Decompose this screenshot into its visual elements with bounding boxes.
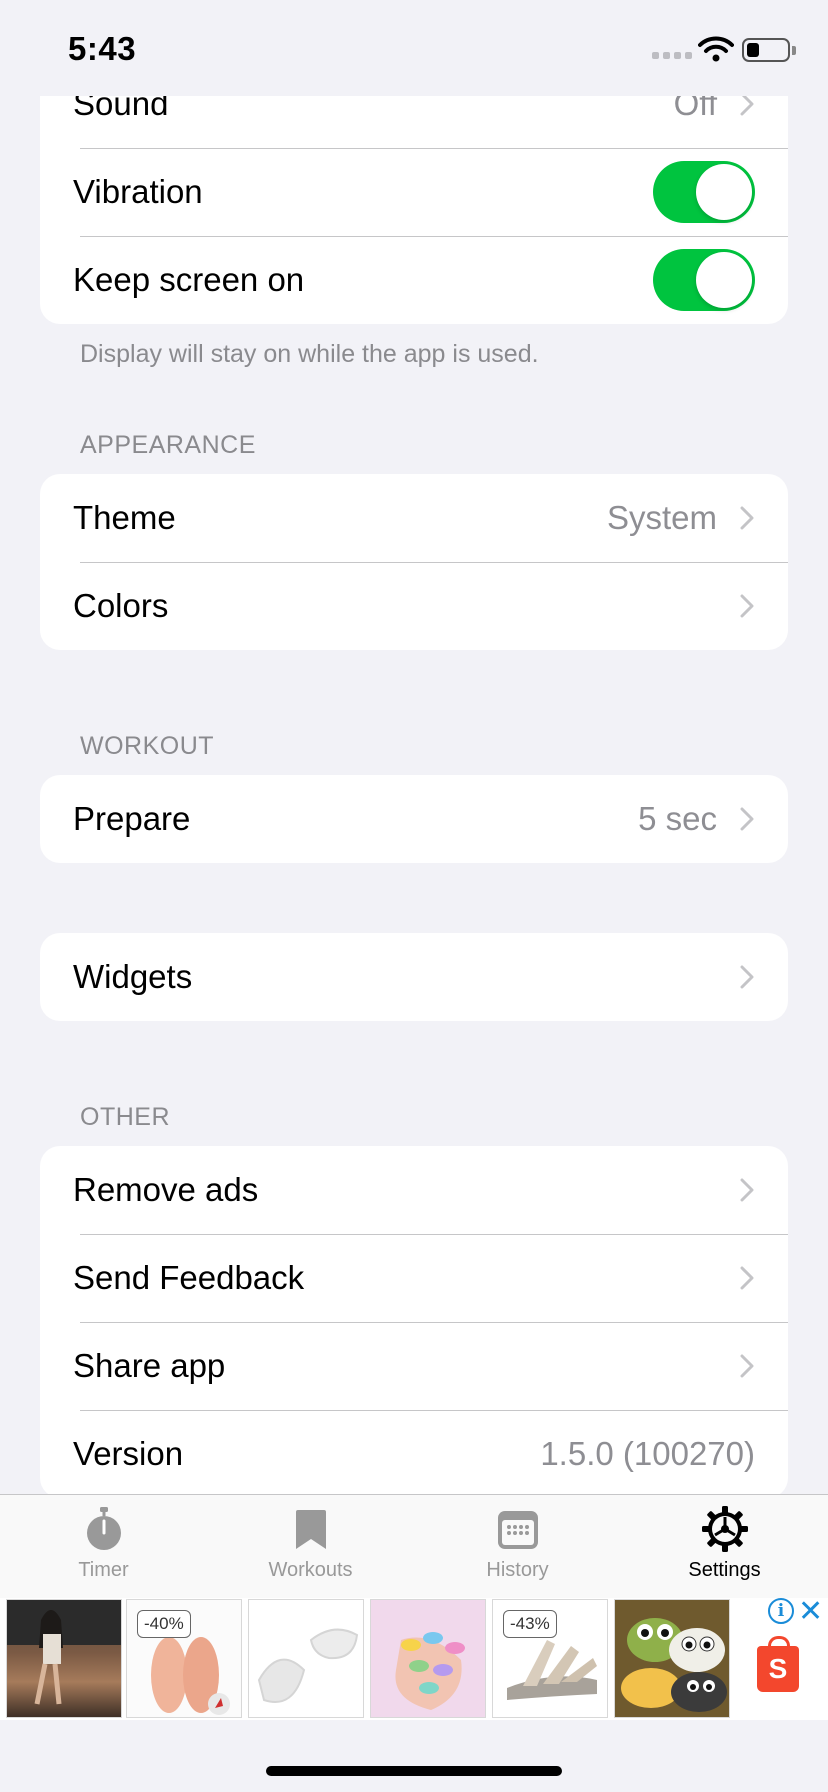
gear-icon <box>701 1506 748 1552</box>
discount-badge: -40% <box>137 1610 191 1638</box>
version-label: Version <box>73 1435 184 1472</box>
bookmark-icon <box>295 1510 326 1549</box>
remove-ads-label: Remove ads <box>73 1171 259 1208</box>
battery-icon <box>742 38 790 62</box>
colors-label: Colors <box>73 587 169 624</box>
colors-row[interactable]: Colors <box>40 562 788 650</box>
workout-header: WORKOUT <box>80 732 215 760</box>
other-card: Remove ads Send Feedback Share app Versi… <box>40 1146 788 1498</box>
ad-product-image[interactable]: -40% <box>126 1599 242 1718</box>
chevron-right-icon <box>740 506 754 530</box>
tab-bar: Timer Workouts History Settings <box>0 1494 828 1598</box>
remove-ads-row[interactable]: Remove ads <box>40 1146 788 1234</box>
vibration-label: Vibration <box>73 173 203 210</box>
tab-history[interactable]: History <box>414 1495 621 1599</box>
toggle-knob <box>696 252 752 308</box>
ad-product-image[interactable] <box>248 1599 364 1718</box>
stopwatch-icon <box>86 1507 121 1550</box>
send-feedback-row[interactable]: Send Feedback <box>40 1234 788 1322</box>
toggle-knob <box>696 164 752 220</box>
cellular-signal-icon <box>652 52 692 59</box>
version-value: 1.5.0 (100270) <box>540 1435 755 1472</box>
theme-value: System <box>606 499 717 536</box>
chevron-right-icon <box>740 1354 754 1378</box>
ad-product-image[interactable] <box>370 1599 486 1718</box>
ad-product-image[interactable]: -43% <box>492 1599 608 1718</box>
appearance-header: APPEARANCE <box>80 431 256 459</box>
wifi-icon <box>698 36 734 62</box>
chevron-right-icon <box>740 807 754 831</box>
person-sitting-image <box>7 1600 121 1705</box>
tab-workouts-label: Workouts <box>268 1559 353 1581</box>
ad-product-image[interactable] <box>614 1599 730 1718</box>
keep-screen-on-toggle[interactable] <box>653 249 755 311</box>
shopping-bag-logo[interactable]: S <box>757 1636 799 1692</box>
ad-product-image[interactable] <box>6 1599 122 1718</box>
general-card: Sound Off Vibration Keep screen on <box>40 60 788 324</box>
store-logo-letter: S <box>768 1653 788 1684</box>
tab-history-label: History <box>486 1559 549 1581</box>
share-app-row[interactable]: Share app <box>40 1322 788 1410</box>
send-feedback-label: Send Feedback <box>73 1259 305 1296</box>
prepare-row[interactable]: Prepare 5 sec <box>40 775 788 863</box>
keep-screen-on-footnote: Display will stay on while the app is us… <box>80 340 539 368</box>
vibration-toggle[interactable] <box>653 161 755 223</box>
settings-screen: Sound Off Vibration Keep screen on Displ… <box>0 0 828 1792</box>
workout-card: Prepare 5 sec <box>40 775 788 863</box>
gel-pads-image <box>257 1628 359 1703</box>
vibration-row: Vibration <box>40 148 788 236</box>
tab-timer[interactable]: Timer <box>0 1495 207 1599</box>
battery-tip <box>792 46 796 55</box>
share-app-label: Share app <box>73 1347 226 1384</box>
prepare-value: 5 sec <box>638 800 717 837</box>
tab-timer-label: Timer <box>78 1559 129 1581</box>
chevron-right-icon <box>740 1178 754 1202</box>
calendar-icon <box>497 1511 538 1549</box>
keep-screen-on-label: Keep screen on <box>73 261 305 298</box>
ad-info-icon[interactable]: i <box>768 1598 794 1624</box>
status-bar: 5:43 <box>0 0 828 96</box>
chevron-right-icon <box>740 594 754 618</box>
widgets-label: Widgets <box>73 958 193 995</box>
tab-workouts[interactable]: Workouts <box>207 1495 414 1599</box>
discount-badge: -43% <box>503 1610 557 1638</box>
other-header: OTHER <box>80 1103 170 1131</box>
ad-close-icon[interactable]: ✕ <box>798 1594 823 1629</box>
status-time: 5:43 <box>68 30 137 67</box>
chevron-right-icon <box>740 965 754 989</box>
tab-settings[interactable]: Settings <box>621 1495 828 1599</box>
ad-banner[interactable]: -40% -43% i ✕ S <box>0 1595 828 1720</box>
toe-separators-image <box>395 1632 465 1710</box>
keep-screen-on-row: Keep screen on <box>40 236 788 324</box>
home-indicator[interactable] <box>266 1766 562 1776</box>
chevron-right-icon <box>740 1266 754 1290</box>
tab-settings-label: Settings <box>688 1559 761 1581</box>
appearance-card: Theme System Colors <box>40 474 788 650</box>
theme-label: Theme <box>73 499 176 536</box>
prepare-label: Prepare <box>73 800 191 837</box>
frog-slippers-image <box>615 1600 729 1717</box>
widgets-card: Widgets <box>40 933 788 1021</box>
theme-row[interactable]: Theme System <box>40 474 788 562</box>
version-row: Version 1.5.0 (100270) <box>40 1410 788 1498</box>
widgets-row[interactable]: Widgets <box>40 933 788 1021</box>
